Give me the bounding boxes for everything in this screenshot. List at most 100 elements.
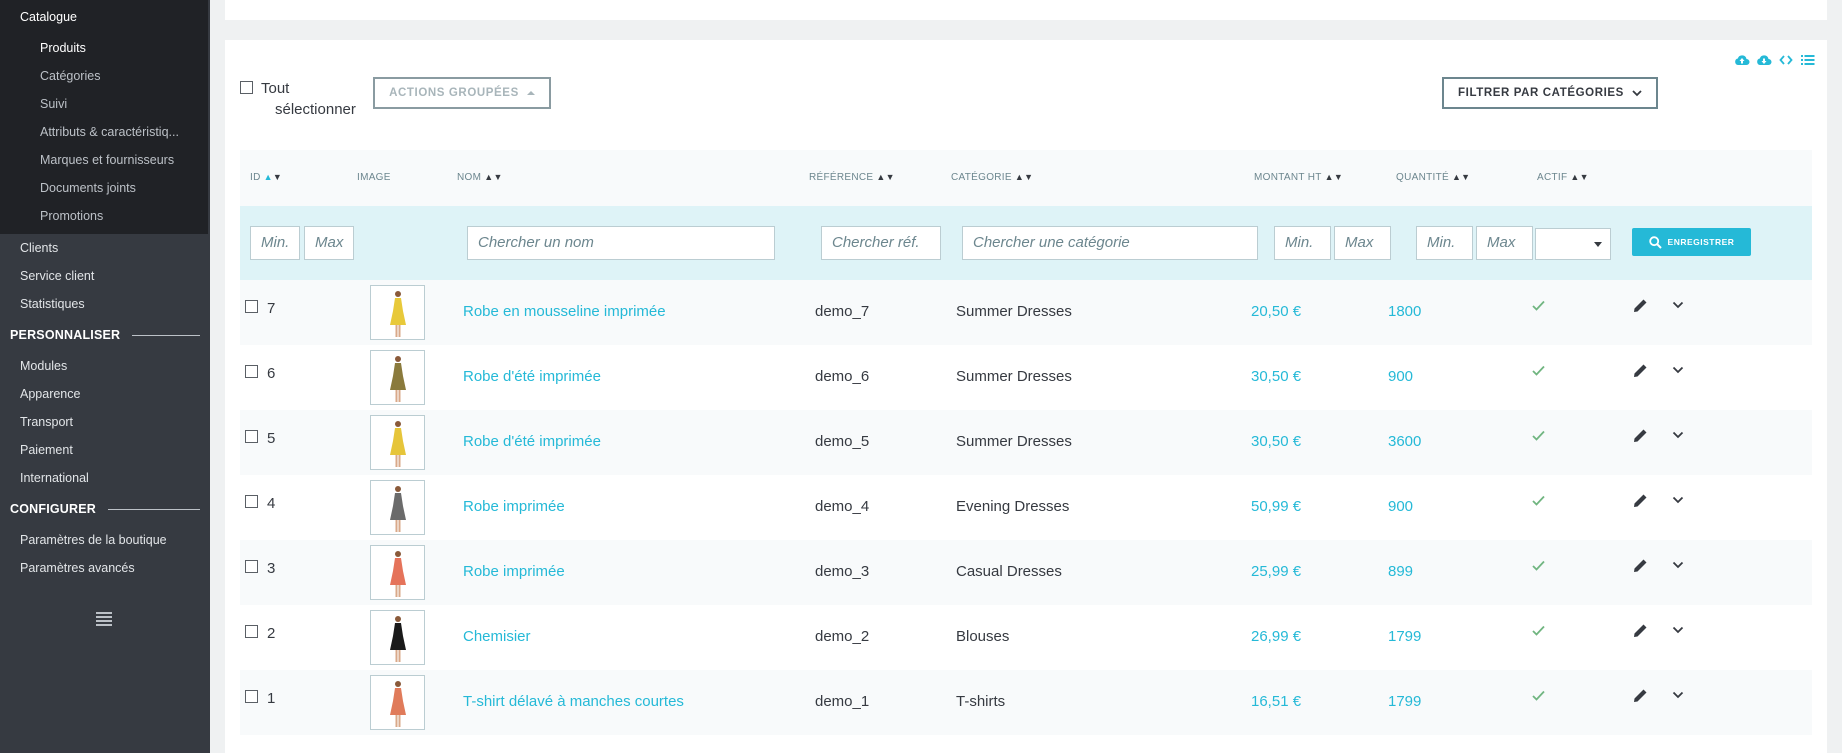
product-name-link[interactable]: Robe imprimée — [463, 563, 565, 580]
product-thumbnail[interactable] — [370, 480, 425, 535]
select-all-checkbox[interactable] — [240, 81, 253, 94]
id-max-input[interactable]: Max — [304, 226, 354, 260]
chevron-down-icon[interactable] — [1672, 491, 1684, 507]
header-quantity[interactable]: QUANTITÉ ▲▼ — [1396, 172, 1470, 183]
cloud-upload-icon[interactable] — [1733, 54, 1751, 69]
sort-icon[interactable]: ▲▼ — [1452, 172, 1470, 182]
sidebar-subitem-attributs[interactable]: Attributs & caractéristiq... — [0, 118, 208, 146]
sidebar-subitem-categories[interactable]: Catégories — [0, 62, 208, 90]
product-price[interactable]: 30,50 € — [1251, 433, 1301, 450]
header-active[interactable]: ACTIF ▲▼ — [1537, 172, 1589, 183]
product-price[interactable]: 50,99 € — [1251, 498, 1301, 515]
sidebar-item-paiement[interactable]: Paiement — [0, 436, 210, 464]
product-quantity[interactable]: 1799 — [1388, 628, 1421, 645]
product-name-link[interactable]: Chemisier — [463, 628, 531, 645]
edit-icon[interactable] — [1633, 363, 1648, 383]
product-thumbnail[interactable] — [370, 285, 425, 340]
sidebar-subitem-produits[interactable]: Produits — [0, 34, 208, 62]
header-price[interactable]: MONTANT HT ▲▼ — [1254, 172, 1343, 183]
product-price[interactable]: 16,51 € — [1251, 693, 1301, 710]
active-check-icon[interactable] — [1532, 688, 1545, 705]
row-checkbox[interactable] — [245, 300, 258, 313]
edit-icon[interactable] — [1633, 623, 1648, 643]
chevron-down-icon[interactable] — [1672, 686, 1684, 702]
product-thumbnail[interactable] — [370, 675, 425, 730]
sort-icon[interactable]: ▲▼ — [1570, 172, 1588, 182]
product-name-link[interactable]: Robe en mousseline imprimée — [463, 303, 666, 320]
sidebar-item-international[interactable]: International — [0, 464, 210, 492]
bulk-actions-button[interactable]: ACTIONS GROUPÉES — [373, 77, 551, 109]
sidebar-subitem-promotions[interactable]: Promotions — [0, 202, 208, 230]
product-quantity[interactable]: 3600 — [1388, 433, 1421, 450]
active-check-icon[interactable] — [1532, 428, 1545, 445]
sort-icon[interactable]: ▲▼ — [1015, 172, 1033, 182]
product-quantity[interactable]: 899 — [1388, 563, 1413, 580]
product-thumbnail[interactable] — [370, 610, 425, 665]
sidebar-item-service-client[interactable]: Service client — [0, 262, 210, 290]
product-thumbnail[interactable] — [370, 415, 425, 470]
product-thumbnail[interactable] — [370, 350, 425, 405]
product-quantity[interactable]: 900 — [1388, 498, 1413, 515]
row-checkbox[interactable] — [245, 430, 258, 443]
edit-icon[interactable] — [1633, 493, 1648, 513]
product-name-link[interactable]: Robe d'été imprimée — [463, 433, 601, 450]
product-quantity[interactable]: 1799 — [1388, 693, 1421, 710]
sidebar-item-parametres-boutique[interactable]: Paramètres de la boutique — [0, 526, 210, 554]
product-name-link[interactable]: Robe d'été imprimée — [463, 368, 601, 385]
chevron-down-icon[interactable] — [1672, 556, 1684, 572]
row-checkbox[interactable] — [245, 625, 258, 638]
header-category[interactable]: CATÉGORIE ▲▼ — [951, 172, 1033, 183]
sidebar-item-clients[interactable]: Clients — [0, 234, 210, 262]
product-price[interactable]: 26,99 € — [1251, 628, 1301, 645]
sidebar-item-parametres-avances[interactable]: Paramètres avancés — [0, 554, 210, 582]
active-check-icon[interactable] — [1532, 298, 1545, 315]
chevron-down-icon[interactable] — [1672, 621, 1684, 637]
product-quantity[interactable]: 1800 — [1388, 303, 1421, 320]
header-name[interactable]: NOM ▲▼ — [457, 172, 503, 183]
id-min-input[interactable]: Min. — [250, 226, 300, 260]
header-reference[interactable]: RÉFÉRENCE ▲▼ — [809, 172, 895, 183]
chevron-down-icon[interactable] — [1672, 296, 1684, 312]
filter-categories-button[interactable]: FILTRER PAR CATÉGORIES — [1442, 77, 1658, 109]
row-checkbox[interactable] — [245, 560, 258, 573]
sidebar-subitem-suivi[interactable]: Suivi — [0, 90, 208, 118]
active-check-icon[interactable] — [1532, 623, 1545, 640]
code-icon[interactable] — [1777, 54, 1795, 69]
name-search-input[interactable]: Chercher un nom — [467, 226, 775, 260]
qty-min-input[interactable]: Min. — [1416, 226, 1473, 260]
sidebar-item-catalogue[interactable]: Catalogue — [0, 0, 208, 34]
active-check-icon[interactable] — [1532, 493, 1545, 510]
cloud-download-icon[interactable] — [1755, 54, 1773, 69]
product-thumbnail[interactable] — [370, 545, 425, 600]
reference-search-input[interactable]: Chercher réf. — [821, 226, 941, 260]
sort-icon[interactable]: ▲▼ — [264, 172, 282, 182]
sidebar-item-statistiques[interactable]: Statistiques — [0, 290, 210, 318]
sort-icon[interactable]: ▲▼ — [484, 172, 502, 182]
header-id[interactable]: ID ▲▼ — [250, 172, 282, 183]
edit-icon[interactable] — [1633, 558, 1648, 578]
product-quantity[interactable]: 900 — [1388, 368, 1413, 385]
product-price[interactable]: 25,99 € — [1251, 563, 1301, 580]
search-button[interactable]: ENREGISTRER — [1632, 228, 1751, 256]
chevron-down-icon[interactable] — [1672, 426, 1684, 442]
category-search-input[interactable]: Chercher une catégorie — [962, 226, 1258, 260]
sidebar-item-modules[interactable]: Modules — [0, 352, 210, 380]
price-min-input[interactable]: Min. — [1274, 226, 1331, 260]
sort-icon[interactable]: ▲▼ — [876, 172, 894, 182]
sidebar-subitem-marques[interactable]: Marques et fournisseurs — [0, 146, 208, 174]
active-check-icon[interactable] — [1532, 558, 1545, 575]
sort-icon[interactable]: ▲▼ — [1325, 172, 1343, 182]
sidebar-item-apparence[interactable]: Apparence — [0, 380, 210, 408]
row-checkbox[interactable] — [245, 365, 258, 378]
active-check-icon[interactable] — [1532, 363, 1545, 380]
edit-icon[interactable] — [1633, 428, 1648, 448]
edit-icon[interactable] — [1633, 688, 1648, 708]
product-name-link[interactable]: Robe imprimée — [463, 498, 565, 515]
qty-max-input[interactable]: Max — [1476, 226, 1533, 260]
edit-icon[interactable] — [1633, 298, 1648, 318]
row-checkbox[interactable] — [245, 495, 258, 508]
price-max-input[interactable]: Max — [1334, 226, 1391, 260]
sidebar-subitem-documents[interactable]: Documents joints — [0, 174, 208, 202]
active-select[interactable] — [1535, 228, 1611, 260]
list-icon[interactable] — [1799, 54, 1817, 69]
